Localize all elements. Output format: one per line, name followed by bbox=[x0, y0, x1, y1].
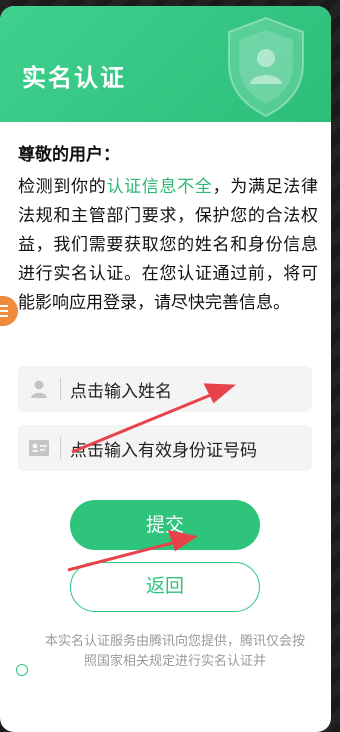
greeting-text: 尊敬的用户： bbox=[18, 145, 120, 165]
id-placeholder: 点击输入有效身份证号码 bbox=[70, 441, 257, 461]
footer-disclaimer: 本实名认证服务由腾讯向您提供，腾讯仅会按照国家相关规定进行实名认证并 bbox=[44, 634, 305, 669]
shield-user-icon bbox=[228, 16, 304, 118]
name-input[interactable]: 点击输入姓名 bbox=[18, 366, 312, 412]
submit-button[interactable]: 提交 bbox=[70, 500, 260, 550]
id-card-icon bbox=[29, 440, 49, 456]
name-placeholder: 点击输入姓名 bbox=[70, 382, 172, 402]
notice-paragraph: 检测到你的认证信息不全，为满足法律法规和主管部门要求，保护您的合法权益，我们需要… bbox=[18, 173, 318, 318]
notice-prefix: 检测到你的 bbox=[18, 177, 107, 197]
notice-content: 尊敬的用户： 检测到你的认证信息不全，为满足法律法规和主管部门要求，保护您的合法… bbox=[18, 140, 318, 318]
notice-highlight: 认证信息不全 bbox=[106, 177, 213, 197]
id-number-input[interactable]: 点击输入有效身份证号码 bbox=[18, 425, 312, 471]
notice-suffix: ，为满足法律法规和主管部门要求，保护您的合法权益，我们需要获取您的姓名和身份信息… bbox=[18, 177, 318, 313]
dialog-title: 实名认证 bbox=[22, 64, 126, 92]
dialog-header: 实名认证 bbox=[0, 6, 331, 122]
real-name-dialog: 实名认证 尊敬的用户： 检测到你的认证信息不全，为满足法律法规和主管部门要求，保… bbox=[0, 6, 331, 732]
back-button[interactable]: 返回 bbox=[70, 562, 260, 612]
person-icon bbox=[31, 380, 47, 398]
agreement-checkbox[interactable] bbox=[16, 664, 28, 676]
input-divider bbox=[60, 437, 61, 459]
input-divider bbox=[60, 378, 61, 400]
